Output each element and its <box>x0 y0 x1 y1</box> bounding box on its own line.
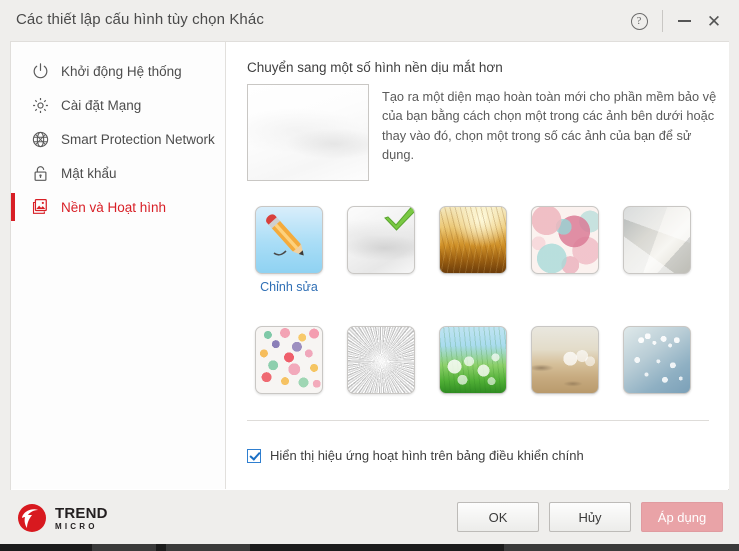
thumbnail-cell-brushed-metal <box>335 326 427 400</box>
lock-icon <box>29 162 51 184</box>
apply-button[interactable]: Áp dụng <box>641 502 723 532</box>
gear-icon <box>29 94 51 116</box>
cancel-button[interactable]: Hủy <box>549 502 631 532</box>
thumbnail-blue-blossoms[interactable] <box>623 326 691 394</box>
thumbnail-green-grass[interactable] <box>439 326 507 394</box>
logo-line-trend: TREND <box>55 504 108 522</box>
trend-micro-wordmark: TREND MICRO <box>55 506 108 531</box>
trend-micro-mark-icon <box>18 504 46 532</box>
sidebar-item-password[interactable]: Mật khẩu <box>11 156 225 190</box>
thumbnail-pastel-circles[interactable] <box>531 206 599 274</box>
window-title: Các thiết lập cấu hình tùy chọn Khác <box>16 11 264 28</box>
help-button[interactable]: ? <box>624 8 654 34</box>
show-animation-checkbox[interactable] <box>247 448 261 463</box>
thumbnail-brushed-metal[interactable] <box>347 326 415 394</box>
sidebar-list: Khởi động Hệ thống Cài đặt Mạng Smart Pr… <box>11 42 225 224</box>
window-controls: ? ✕ <box>624 8 729 34</box>
thumbnail-cell-green-grass <box>427 326 519 400</box>
taskbar-strip <box>0 544 739 551</box>
power-icon <box>29 60 51 82</box>
globe-network-icon <box>29 128 51 150</box>
selected-check-icon <box>384 207 414 231</box>
thumbnail-edit-custom[interactable] <box>255 206 323 274</box>
thumbnail-label-edit: Chỉnh sửa <box>260 280 318 294</box>
photos-icon <box>29 196 51 218</box>
thumbnail-cell-pastel-circles <box>519 206 611 294</box>
minimize-icon <box>677 20 691 22</box>
thumbnail-cell-wheat-sunset <box>427 206 519 294</box>
dialog-body: Khởi động Hệ thống Cài đặt Mạng Smart Pr… <box>10 41 729 490</box>
close-icon: ✕ <box>706 11 722 31</box>
taskbar-item[interactable] <box>166 544 250 551</box>
sidebar-item-system-startup[interactable]: Khởi động Hệ thống <box>11 54 225 88</box>
sidebar: Khởi động Hệ thống Cài đặt Mạng Smart Pr… <box>11 42 226 489</box>
thumbnail-cell-plain-white <box>335 206 427 294</box>
window-controls-divider <box>662 10 663 32</box>
taskbar-item[interactable] <box>504 544 739 551</box>
dialog-footer: TREND MICRO OK Hủy Áp dụng <box>0 490 739 544</box>
sidebar-item-label: Smart Protection Network <box>61 131 215 147</box>
content-heading: Chuyển sang một số hình nền dịu mắt hơn <box>247 60 503 75</box>
content-divider <box>247 420 709 421</box>
sidebar-item-smart-protection-network[interactable]: Smart Protection Network <box>11 122 225 156</box>
content-pane: Chuyển sang một số hình nền dịu mắt hơn … <box>227 42 729 489</box>
close-button[interactable]: ✕ <box>699 8 729 34</box>
thumbnail-cell-blue-blossoms <box>611 326 703 400</box>
thumbnail-cell-edit-custom: Chỉnh sửa <box>243 206 335 294</box>
ok-button[interactable]: OK <box>457 502 539 532</box>
sidebar-item-label: Cài đặt Mạng <box>61 97 142 113</box>
sidebar-item-label: Nền và Hoạt hình <box>61 199 167 215</box>
content-description: Tạo ra một diện mạo hoàn toàn mới cho ph… <box>382 89 717 163</box>
show-animation-row[interactable]: Hiển thị hiệu ứng hoạt hình trên bảng đi… <box>247 448 584 463</box>
background-thumbnail-grid: Chỉnh sửa <box>243 206 723 400</box>
thumbnail-cell-gray-polygons <box>611 206 703 294</box>
show-animation-label: Hiển thị hiệu ứng hoạt hình trên bảng đi… <box>270 448 584 463</box>
options-dialog: Các thiết lập cấu hình tùy chọn Khác ? ✕ <box>0 0 739 551</box>
thumbnail-row-1: Chỉnh sửa <box>243 206 723 294</box>
thumbnail-cell-confetti-dots <box>243 326 335 400</box>
sidebar-item-background-and-animation[interactable]: Nền và Hoạt hình <box>11 190 225 224</box>
minimize-button[interactable] <box>669 8 699 34</box>
thumbnail-wheat-sunset[interactable] <box>439 206 507 274</box>
thumbnail-confetti-dots[interactable] <box>255 326 323 394</box>
thumbnail-sandy-beach[interactable] <box>531 326 599 394</box>
logo-line-micro: MICRO <box>55 521 98 531</box>
background-preview <box>247 84 369 181</box>
thumbnail-plain-white[interactable] <box>347 206 415 274</box>
taskbar-item[interactable] <box>92 544 156 551</box>
pencil-icon <box>266 214 304 256</box>
thumbnail-cell-sandy-beach <box>519 326 611 400</box>
sidebar-item-label: Khởi động Hệ thống <box>61 63 182 79</box>
thumbnail-row-2 <box>243 326 723 400</box>
help-circle-icon: ? <box>630 12 648 30</box>
footer-buttons: OK Hủy Áp dụng <box>457 502 723 532</box>
sidebar-item-network-settings[interactable]: Cài đặt Mạng <box>11 88 225 122</box>
trend-micro-logo: TREND MICRO <box>16 502 108 534</box>
thumbnail-gray-polygons[interactable] <box>623 206 691 274</box>
sidebar-item-label: Mật khẩu <box>61 165 117 181</box>
title-bar: Các thiết lập cấu hình tùy chọn Khác ? ✕ <box>0 0 739 41</box>
